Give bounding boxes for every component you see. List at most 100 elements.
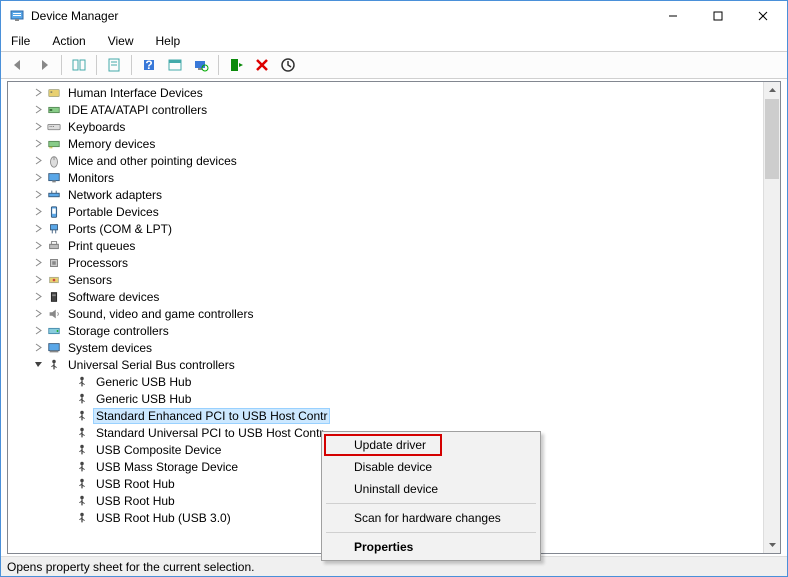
tree-category[interactable]: Sensors [8, 271, 763, 288]
context-menu-separator [326, 503, 536, 504]
scroll-up-button[interactable] [764, 82, 780, 99]
chevron-right-icon[interactable] [30, 207, 46, 216]
tree-category-label: Sensors [66, 273, 114, 287]
tree-device-label: USB Mass Storage Device [94, 460, 240, 474]
chevron-right-icon[interactable] [30, 241, 46, 250]
tree-category-label: Software devices [66, 290, 161, 304]
context-menu-item[interactable]: Uninstall device [324, 478, 538, 500]
tree-category[interactable]: Print queues [8, 237, 763, 254]
titlebar: Device Manager [1, 1, 787, 31]
tree-category[interactable]: Ports (COM & LPT) [8, 220, 763, 237]
tree-category-label: Portable Devices [66, 205, 161, 219]
network-icon [46, 187, 62, 203]
vertical-scrollbar[interactable] [763, 82, 780, 553]
context-menu-separator [326, 532, 536, 533]
show-hide-console-button[interactable] [68, 54, 90, 76]
chevron-down-icon[interactable] [30, 360, 46, 369]
uninstall-button[interactable] [251, 54, 273, 76]
usb-dev-icon [74, 408, 90, 424]
tree-category[interactable]: Network adapters [8, 186, 763, 203]
window-title: Device Manager [31, 9, 650, 23]
forward-button[interactable] [33, 54, 55, 76]
tree-category[interactable]: Human Interface Devices [8, 84, 763, 101]
chevron-right-icon[interactable] [30, 173, 46, 182]
chevron-right-icon[interactable] [30, 105, 46, 114]
chevron-right-icon[interactable] [30, 224, 46, 233]
tree-device[interactable]: Standard Enhanced PCI to USB Host Contr [8, 407, 763, 424]
system-icon [46, 340, 62, 356]
sensor-icon [46, 272, 62, 288]
chevron-right-icon[interactable] [30, 309, 46, 318]
update-driver-button[interactable] [225, 54, 247, 76]
chevron-right-icon[interactable] [30, 343, 46, 352]
chevron-right-icon[interactable] [30, 292, 46, 301]
monitor-icon [46, 170, 62, 186]
usb-dev-icon [74, 391, 90, 407]
usb-icon [46, 357, 62, 373]
tree-category[interactable]: Storage controllers [8, 322, 763, 339]
tree-category-label: Storage controllers [66, 324, 171, 338]
keyboard-icon [46, 119, 62, 135]
tree-category[interactable]: Mice and other pointing devices [8, 152, 763, 169]
chevron-right-icon[interactable] [30, 326, 46, 335]
properties-button[interactable] [103, 54, 125, 76]
help-button[interactable]: ? [138, 54, 160, 76]
toolbar-separator [218, 55, 219, 75]
tree-category-label: Print queues [66, 239, 137, 253]
chevron-right-icon[interactable] [30, 139, 46, 148]
tree-device[interactable]: Generic USB Hub [8, 390, 763, 407]
menu-action[interactable]: Action [48, 32, 89, 50]
tree-category[interactable]: Software devices [8, 288, 763, 305]
chevron-right-icon[interactable] [30, 88, 46, 97]
chevron-right-icon[interactable] [30, 190, 46, 199]
tree-category[interactable]: Portable Devices [8, 203, 763, 220]
tree-device-label: Standard Universal PCI to USB Host Contr [94, 426, 325, 440]
context-menu-item[interactable]: Scan for hardware changes [324, 507, 538, 529]
back-button[interactable] [7, 54, 29, 76]
tree-category[interactable]: Processors [8, 254, 763, 271]
hid-icon [46, 85, 62, 101]
tree-category-label: Processors [66, 256, 130, 270]
menu-view[interactable]: View [104, 32, 138, 50]
usb-dev-icon [74, 425, 90, 441]
close-button[interactable] [740, 2, 785, 31]
tree-category[interactable]: Memory devices [8, 135, 763, 152]
disable-button[interactable] [277, 54, 299, 76]
chevron-right-icon[interactable] [30, 275, 46, 284]
tree-device[interactable]: Generic USB Hub [8, 373, 763, 390]
menu-help[interactable]: Help [152, 32, 185, 50]
scan-hardware-button[interactable] [190, 54, 212, 76]
cpu-icon [46, 255, 62, 271]
scroll-down-button[interactable] [764, 536, 780, 553]
tree-category[interactable]: Keyboards [8, 118, 763, 135]
tree-category[interactable]: IDE ATA/ATAPI controllers [8, 101, 763, 118]
memory-icon [46, 136, 62, 152]
mouse-icon [46, 153, 62, 169]
toolbar: ? [1, 51, 787, 79]
tree-category[interactable]: Sound, video and game controllers [8, 305, 763, 322]
tree-category[interactable]: Monitors [8, 169, 763, 186]
menu-file[interactable]: File [7, 32, 34, 50]
scroll-thumb[interactable] [765, 99, 779, 179]
context-menu-item[interactable]: Disable device [324, 456, 538, 478]
action-icon-button[interactable] [164, 54, 186, 76]
tree-category[interactable]: System devices [8, 339, 763, 356]
context-menu-item[interactable]: Update driver [324, 434, 538, 456]
minimize-button[interactable] [650, 2, 695, 31]
menubar: File Action View Help [1, 31, 787, 51]
chevron-right-icon[interactable] [30, 122, 46, 131]
context-menu-item[interactable]: Properties [324, 536, 538, 558]
tree-category[interactable]: Universal Serial Bus controllers [8, 356, 763, 373]
tree-category-label: Monitors [66, 171, 116, 185]
maximize-button[interactable] [695, 2, 740, 31]
portable-icon [46, 204, 62, 220]
port-icon [46, 221, 62, 237]
chevron-right-icon[interactable] [30, 258, 46, 267]
chevron-right-icon[interactable] [30, 156, 46, 165]
usb-dev-icon [74, 442, 90, 458]
tree-category-label: Keyboards [66, 120, 127, 134]
printer-icon [46, 238, 62, 254]
tree-device-label: Standard Enhanced PCI to USB Host Contr [94, 409, 329, 423]
tree-category-label: System devices [66, 341, 154, 355]
tree-device-label: USB Root Hub [94, 477, 177, 491]
